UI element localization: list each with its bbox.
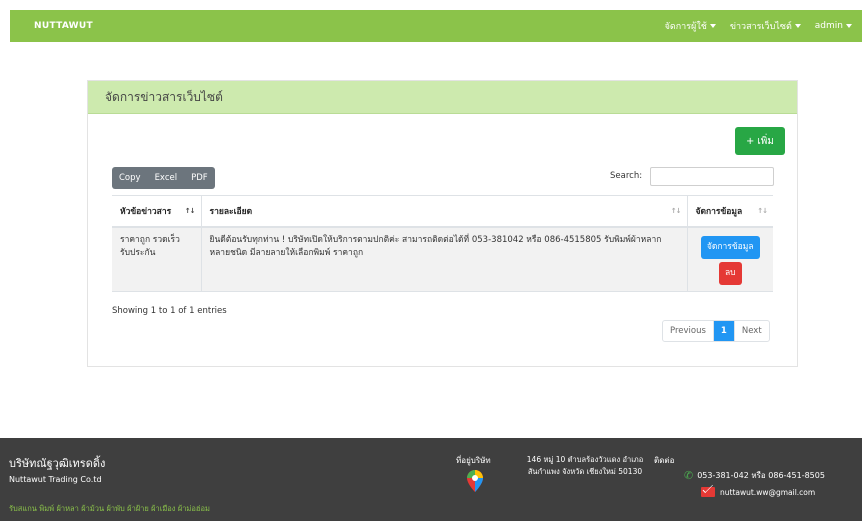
page-title: จัดการข่าวสารเว็บไซต์: [105, 89, 223, 104]
column-header-detail-label: รายละเอียด: [209, 206, 253, 217]
search-input[interactable]: [650, 167, 774, 186]
brand-logo[interactable]: NUTTAWUT: [34, 21, 93, 31]
column-header-actions[interactable]: จัดการข้อมูล ↑↓: [686, 195, 773, 228]
nav-website-news-label: ข่าวสารเว็บไซต์: [729, 22, 792, 32]
card-header: จัดการข่าวสารเว็บไซต์: [88, 81, 797, 114]
nav-user-management-label: จัดการผู้ใช้: [664, 22, 707, 32]
footer: บริษัทณัฐวุฒิเทรดดิ้ง Nuttawut Trading C…: [0, 438, 862, 521]
delete-button[interactable]: ลบ: [718, 261, 742, 285]
table-row: ราคาถูก รวดเร็ว รับประกัน ยินดีต้อนรับทุ…: [112, 226, 773, 292]
pagination: Previous 1 Next: [662, 320, 770, 342]
top-navbar: NUTTAWUT จัดการผู้ใช้ ข่าวสารเว็บไซต์ ad…: [10, 10, 862, 42]
table-info: Showing 1 to 1 of 1 entries: [112, 306, 227, 316]
table-header-row: หัวข้อข่าวสาร ↑↓ รายละเอียด ↑↓ จัดการข้อมู…: [112, 195, 773, 228]
news-title-cell: ราคาถูก รวดเร็ว รับประกัน: [112, 226, 201, 292]
nav-website-news[interactable]: ข่าวสารเว็บไซต์: [730, 19, 801, 33]
footer-contact-title: ติดต่อ: [654, 456, 675, 465]
footer-phone-text: 053-381-042 หรือ 086-451-8505: [697, 471, 825, 480]
copy-button[interactable]: Copy: [112, 167, 148, 189]
column-header-title[interactable]: หัวข้อข่าวสาร ↑↓: [112, 195, 201, 228]
news-table: หัวข้อข่าวสาร ↑↓ รายละเอียด ↑↓ จัดการข้อมู…: [112, 195, 773, 292]
chevron-down-icon: [794, 24, 801, 28]
previous-page-button[interactable]: Previous: [663, 321, 713, 341]
news-detail-cell: ยินดีต้อนรับทุกท่าน ! บริษัทเปิดให้บริกา…: [200, 226, 687, 292]
footer-phone: ✆ 053-381-042 หรือ 086-451-8505: [684, 469, 825, 482]
pdf-button[interactable]: PDF: [184, 167, 215, 189]
excel-button[interactable]: Excel: [148, 167, 185, 189]
map-pin-icon[interactable]: [466, 469, 484, 493]
actions-cell: จัดการข้อมูล ลบ: [686, 226, 773, 292]
nav-admin-label: admin: [814, 21, 843, 31]
search-label: Search:: [610, 171, 643, 181]
footer-address: 146 หมู่ 10 ตำบลร้องวัวแดง อำเภอสันกำแพง…: [526, 455, 644, 476]
next-page-button[interactable]: Next: [733, 321, 769, 341]
phone-icon: ✆: [684, 469, 694, 482]
footer-email[interactable]: nuttawut.ww@gmail.com: [701, 487, 815, 497]
current-page-button[interactable]: 1: [712, 321, 734, 341]
nav-user-management[interactable]: จัดการผู้ใช้: [665, 19, 716, 33]
footer-company-english: Nuttawut Trading Co.td: [9, 475, 102, 484]
column-header-detail[interactable]: รายละเอียด ↑↓: [200, 195, 687, 228]
column-header-actions-label: จัดการข้อมูล: [695, 206, 743, 217]
mail-icon: [701, 487, 715, 497]
nav-menu: จัดการผู้ใช้ ข่าวสารเว็บไซต์ admin: [665, 19, 852, 33]
plus-icon: +: [746, 135, 755, 147]
manage-button[interactable]: จัดการข้อมูล: [700, 235, 760, 259]
sort-icon: ↑↓: [670, 207, 682, 215]
nav-admin[interactable]: admin: [815, 21, 852, 31]
sort-icon: ↑↓: [757, 207, 768, 215]
footer-company-name: บริษัทณัฐวุฒิเทรดดิ้ง: [9, 457, 106, 470]
column-header-title-label: หัวข้อข่าวสาร: [120, 206, 172, 217]
chevron-down-icon: [709, 24, 716, 28]
add-news-label: เพิ่ม: [757, 135, 774, 147]
export-buttons: Copy Excel PDF: [112, 167, 215, 189]
chevron-down-icon: [846, 24, 852, 28]
sort-asc-icon: ↑↓: [184, 207, 196, 215]
footer-products: รับสแกน พิมพ์ ผ้าหลา ผ้าม้วน ผ้าพับ ผ้าฝ…: [9, 504, 210, 513]
news-card: จัดการข่าวสารเว็บไซต์ + เพิ่ม Copy Excel…: [87, 80, 798, 367]
footer-email-text: nuttawut.ww@gmail.com: [720, 487, 816, 497]
footer-location-title: ที่อยู่บริษัท: [456, 456, 491, 465]
add-news-button[interactable]: + เพิ่ม: [735, 127, 785, 155]
